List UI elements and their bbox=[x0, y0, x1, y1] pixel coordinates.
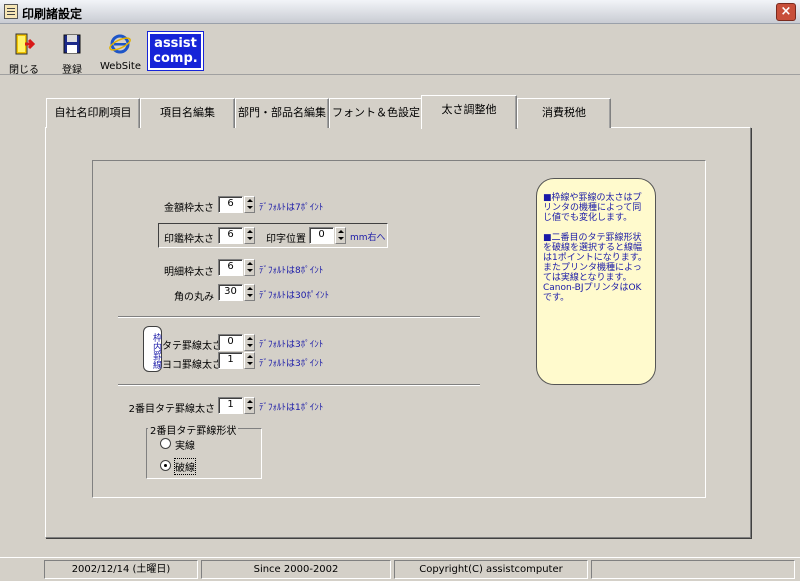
meisai-input[interactable]: 6 bbox=[218, 259, 243, 276]
status-bar: 2002/12/14 (土曜日) Since 2000-2002 Copyrig… bbox=[0, 557, 800, 581]
yoko-note: ﾃﾞﾌｫﾙﾄは3ﾎﾟｲﾝﾄ bbox=[259, 359, 324, 369]
print-position-spinner[interactable] bbox=[335, 227, 346, 244]
inkan-input[interactable]: 6 bbox=[218, 227, 243, 244]
exit-door-icon bbox=[15, 33, 35, 55]
meisai-note: ﾃﾞﾌｫﾙﾄは8ﾎﾟｲﾝﾄ bbox=[259, 266, 324, 276]
yoko-input[interactable]: 1 bbox=[218, 352, 243, 369]
kingaku-input[interactable]: 6 bbox=[218, 196, 243, 213]
divider-1 bbox=[118, 316, 480, 318]
kingaku-note: ﾃﾞﾌｫﾙﾄは7ﾎﾟｲﾝﾄ bbox=[259, 203, 324, 213]
divider-2 bbox=[118, 384, 480, 386]
tab-dept-part-edit[interactable]: 部門・部品名編集 bbox=[235, 98, 329, 128]
info-paragraph-2: ■二番目のタテ罫線形状を破線を選択すると線幅は1ポイントになります。またプリンタ… bbox=[543, 233, 647, 303]
meisai-label: 明細枠太さ bbox=[164, 267, 214, 278]
tate-note: ﾃﾞﾌｫﾙﾄは3ﾎﾟｲﾝﾄ bbox=[259, 340, 324, 350]
yoko-spinner[interactable] bbox=[244, 352, 255, 369]
kingaku-spinner[interactable] bbox=[244, 196, 255, 213]
line-shape-legend: 2番目タテ罫線形状 bbox=[148, 422, 239, 437]
info-note-box: ■枠線や罫線の太さはプリンタの機種によって同じ値でも変化します。 ■二番目のタテ… bbox=[536, 178, 656, 385]
title-bar: 印刷諸設定 × bbox=[0, 0, 800, 24]
second-tate-spinner[interactable] bbox=[244, 397, 255, 414]
floppy-disk-icon bbox=[63, 34, 81, 54]
inkan-label: 印鑑枠太さ bbox=[164, 234, 214, 245]
tab-company-print[interactable]: 自社名印刷項目 bbox=[46, 98, 140, 128]
save-tool-button[interactable]: 登録 bbox=[54, 28, 90, 76]
solid-line-radio[interactable] bbox=[160, 438, 171, 449]
second-tate-input[interactable]: 1 bbox=[218, 397, 243, 414]
kado-input[interactable]: 30 bbox=[218, 284, 243, 301]
tate-label: タテ罫線太さ bbox=[162, 341, 222, 352]
close-tool-button[interactable]: 閉じる bbox=[6, 28, 42, 76]
tate-spinner[interactable] bbox=[244, 334, 255, 351]
print-position-label: 印字位置 bbox=[266, 234, 306, 245]
close-tool-label: 閉じる bbox=[9, 65, 39, 76]
internet-explorer-icon bbox=[109, 34, 131, 54]
status-since: Since 2000-2002 bbox=[201, 560, 391, 579]
meisai-spinner[interactable] bbox=[244, 259, 255, 276]
kado-spinner[interactable] bbox=[244, 284, 255, 301]
dashed-line-radio[interactable] bbox=[160, 460, 171, 471]
logo-line-2: comp. bbox=[153, 51, 198, 66]
kado-note: ﾃﾞﾌｫﾙﾄは30ﾎﾟｲﾝﾄ bbox=[259, 291, 329, 301]
kado-label: 角の丸み bbox=[174, 292, 214, 303]
dashed-line-label[interactable]: 破線 bbox=[174, 458, 196, 475]
second-tate-label: 2番目タテ罫線太さ bbox=[128, 404, 215, 415]
yoko-label: ヨコ罫線太さ bbox=[162, 360, 222, 371]
status-copyright: Copyright(C) assistcomputer bbox=[394, 560, 588, 579]
tate-input[interactable]: 0 bbox=[218, 334, 243, 351]
toolbar: 閉じる 登録 WebSite assist comp. bbox=[0, 25, 800, 76]
logo-line-1: assist bbox=[154, 36, 197, 51]
assist-comp-logo: assist comp. bbox=[147, 31, 204, 71]
print-position-input[interactable]: 0 bbox=[309, 227, 334, 244]
tab-item-name-edit[interactable]: 項目名編集 bbox=[140, 98, 235, 128]
website-tool-label: WebSite bbox=[100, 61, 142, 72]
tab-thickness-adjust[interactable]: 太さ調整他 bbox=[421, 95, 517, 129]
app-icon bbox=[4, 4, 18, 19]
info-paragraph-1: ■枠線や罫線の太さはプリンタの機種によって同じ値でも変化します。 bbox=[543, 193, 642, 223]
status-date: 2002/12/14 (土曜日) bbox=[44, 560, 198, 579]
window-title: 印刷諸設定 bbox=[22, 7, 83, 21]
second-tate-note: ﾃﾞﾌｫﾙﾄは1ﾎﾟｲﾝﾄ bbox=[259, 403, 324, 413]
tab-font-color[interactable]: フォント＆色設定 bbox=[329, 98, 423, 128]
inkan-spinner[interactable] bbox=[244, 227, 255, 244]
print-position-unit: mm右へ bbox=[350, 233, 386, 243]
wakunai-label: 枠内罫線 bbox=[143, 326, 162, 372]
solid-line-label[interactable]: 実線 bbox=[175, 437, 195, 452]
kingaku-label: 金額枠太さ bbox=[164, 203, 214, 214]
status-empty-cell bbox=[591, 560, 795, 579]
website-tool-button[interactable]: WebSite bbox=[100, 28, 142, 72]
save-tool-label: 登録 bbox=[62, 65, 82, 76]
window-close-button[interactable]: × bbox=[776, 3, 796, 21]
tab-consumption-tax[interactable]: 消費税他 bbox=[517, 98, 611, 128]
